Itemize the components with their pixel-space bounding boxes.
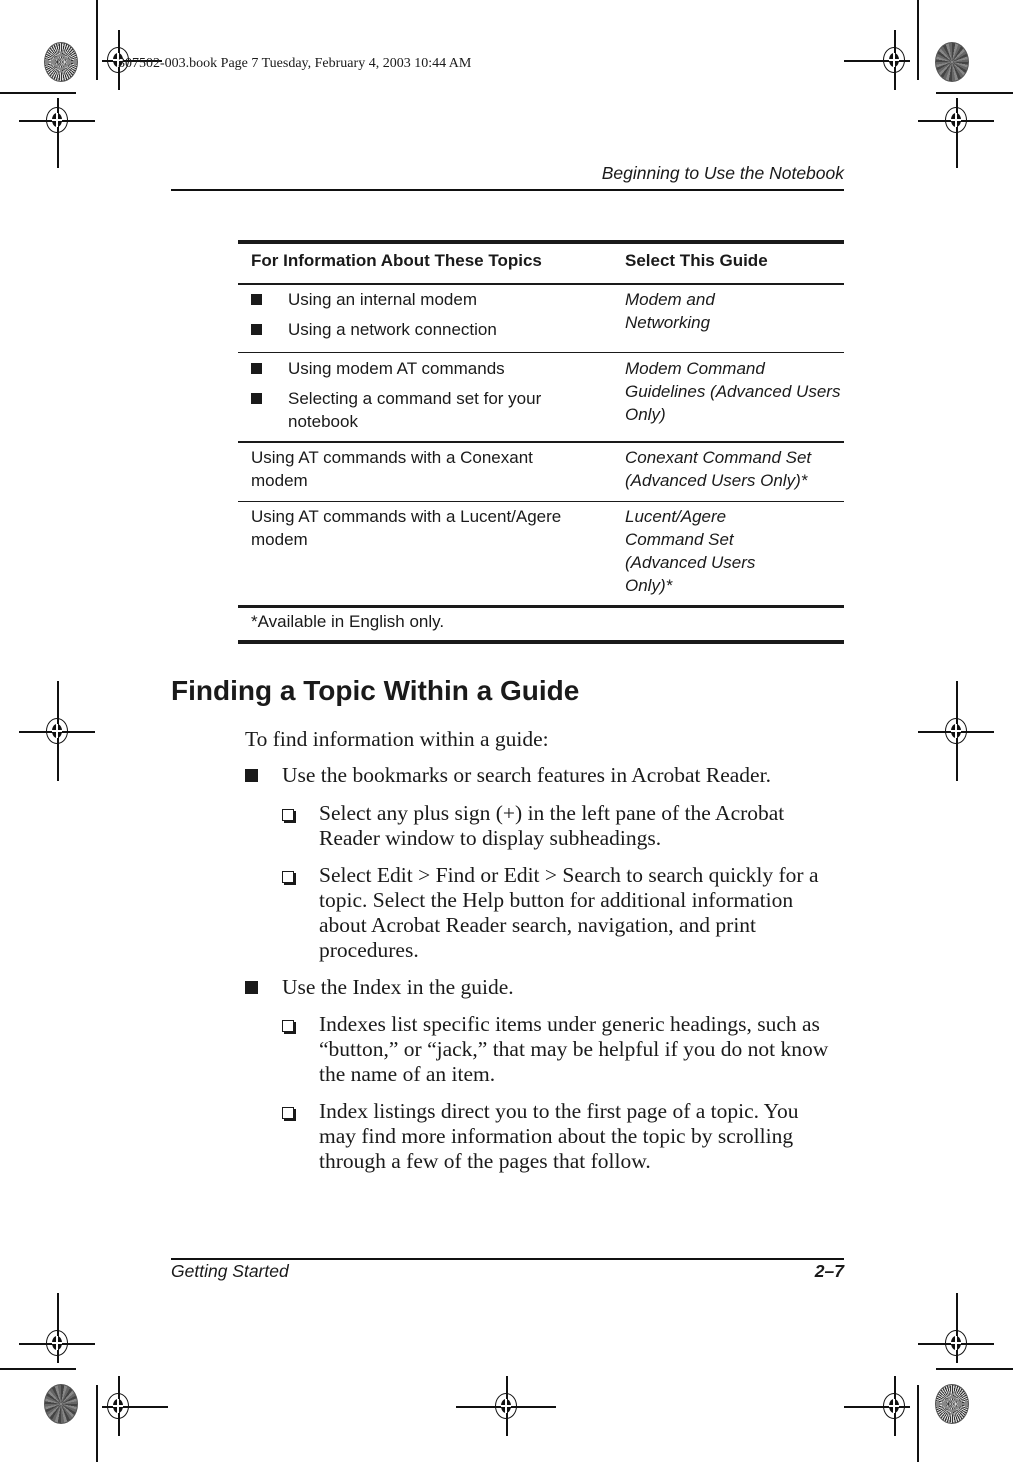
- crop-mark: [96, 1385, 98, 1462]
- bullet-list: Use the bookmarks or search features in …: [245, 763, 845, 1174]
- crop-mark: [936, 92, 1013, 94]
- checkbox-bullet-icon: [282, 1020, 294, 1032]
- guide-name: Conexant Command Set (Advanced Users Onl…: [625, 447, 812, 490]
- bullet-square-icon: [251, 363, 262, 374]
- running-head: Beginning to Use the Notebook: [601, 163, 844, 183]
- topic-item: Using a network connection: [251, 318, 625, 342]
- crop-mark: [936, 1368, 1013, 1370]
- guide-name: Modem Command Guidelines (Advanced Users…: [625, 359, 841, 424]
- bullet-square-icon: [251, 323, 262, 335]
- color-bar-starburst-icon: [935, 42, 969, 82]
- table-row: Using modem AT commands Selecting a comm…: [238, 353, 844, 441]
- section-heading: Finding a Topic Within a Guide: [171, 675, 580, 706]
- sub-list-item: Select any plus sign (+) in the left pan…: [282, 801, 845, 851]
- table-footnote: *Available in English only.: [251, 612, 445, 631]
- bullet-square-icon: [245, 769, 258, 782]
- crop-mark: [0, 1368, 76, 1370]
- footer-rule: [171, 1258, 844, 1260]
- bullet-square-icon: [251, 393, 262, 404]
- table-row: Using AT commands with a Lucent/Agere mo…: [238, 502, 844, 605]
- topic-item: Using an internal modem: [251, 288, 625, 312]
- guide-reference-table: For Information About These Topics Selec…: [238, 240, 844, 644]
- page-number: 2–7: [814, 1261, 844, 1281]
- sub-list-item: Index listings direct you to the first p…: [282, 1099, 845, 1174]
- print-slug: 307502-003.book Page 7 Tuesday, February…: [118, 56, 472, 71]
- table-header-row: For Information About These Topics Selec…: [238, 244, 844, 283]
- checkbox-bullet-icon: [282, 809, 294, 821]
- guide-name: Lucent/Agere Command Set (Advanced Users…: [625, 507, 756, 595]
- topic-text: Using AT commands with a Conexant modem: [251, 447, 533, 490]
- table-row: Using an internal modem Using a network …: [238, 285, 844, 352]
- color-bar-starburst-icon: [935, 1384, 969, 1424]
- crop-mark: [0, 92, 76, 94]
- sub-list-item: Indexes list specific items under generi…: [282, 1012, 845, 1087]
- header-rule: [171, 189, 844, 191]
- checkbox-bullet-icon: [282, 1107, 294, 1119]
- topic-text: Using AT commands with a Lucent/Agere mo…: [251, 507, 562, 549]
- checkbox-bullet-icon: [282, 871, 294, 883]
- bullet-square-icon: [251, 293, 262, 305]
- crop-mark: [917, 0, 919, 80]
- color-bar-starburst-icon: [44, 1384, 78, 1424]
- column-header-topics: For Information About These Topics: [251, 251, 542, 270]
- list-item: Use the Index in the guide.: [245, 975, 845, 1000]
- footer-chapter-title: Getting Started: [171, 1261, 289, 1281]
- topic-item: Selecting a command set for your noteboo…: [251, 387, 625, 433]
- crop-mark: [96, 0, 98, 80]
- topic-item: Using modem AT commands: [251, 357, 625, 381]
- crop-mark: [917, 1385, 919, 1462]
- table-bottom-rule: [238, 640, 844, 644]
- list-item: Use the bookmarks or search features in …: [245, 763, 845, 788]
- column-header-guide: Select This Guide: [625, 251, 768, 270]
- table-row: Using AT commands with a Conexant modem …: [238, 443, 844, 501]
- guide-name: Modem and Networking: [625, 289, 715, 332]
- sub-list-item: Select Edit > Find or Edit > Search to s…: [282, 863, 845, 963]
- color-bar-starburst-icon: [44, 42, 78, 82]
- bullet-square-icon: [245, 981, 258, 994]
- section-intro: To find information within a guide:: [245, 727, 549, 751]
